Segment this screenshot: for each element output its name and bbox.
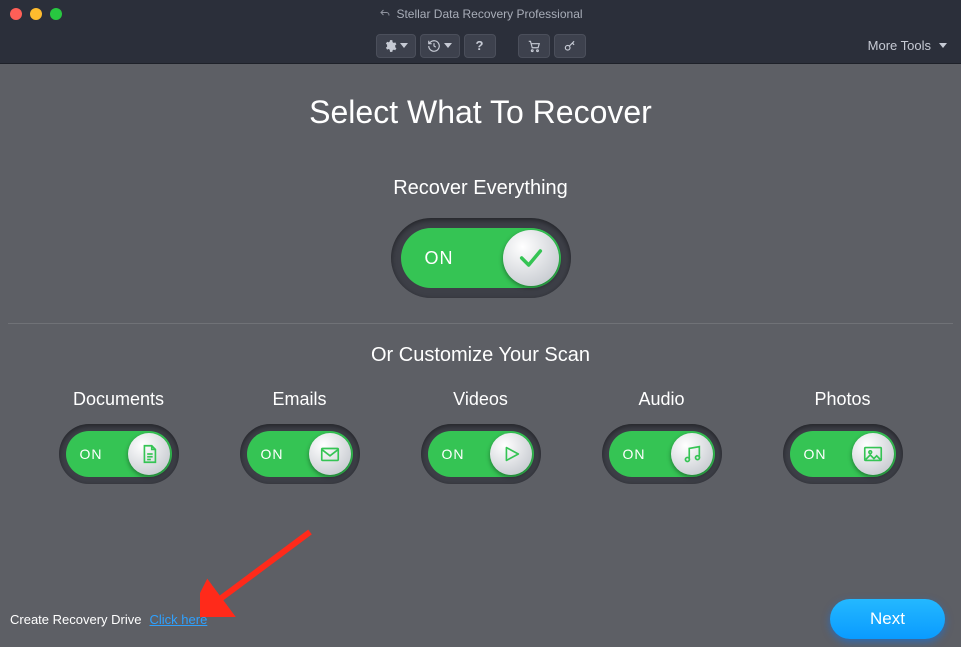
toggle-knob — [503, 230, 559, 286]
category-emails: Emails ON — [240, 389, 360, 484]
emails-toggle[interactable]: ON — [240, 424, 360, 484]
category-photos: Photos ON — [783, 389, 903, 484]
activate-button[interactable] — [554, 34, 586, 58]
window-title-text: Stellar Data Recovery Professional — [396, 7, 582, 21]
window-title: Stellar Data Recovery Professional — [378, 7, 582, 21]
category-documents: Documents ON — [59, 389, 179, 484]
toggle-on-text: ON — [261, 446, 284, 462]
toggle-knob — [852, 433, 894, 475]
category-label: Documents — [73, 389, 164, 410]
recover-everything-label: Recover Everything — [0, 177, 961, 200]
chevron-down-icon — [400, 43, 408, 48]
gear-icon — [383, 39, 397, 53]
history-icon — [427, 39, 441, 53]
customize-scan-label: Or Customize Your Scan — [0, 344, 961, 367]
close-window-button[interactable] — [10, 8, 22, 20]
create-recovery-drive-label: Create Recovery Drive — [10, 612, 142, 627]
photos-toggle[interactable]: ON — [783, 424, 903, 484]
main-content: Select What To Recover Recover Everythin… — [0, 64, 961, 484]
category-label: Videos — [453, 389, 508, 410]
footer: Create Recovery Drive Click here Next — [0, 597, 961, 647]
category-videos: Videos ON — [421, 389, 541, 484]
key-icon — [562, 39, 578, 53]
settings-button[interactable] — [376, 34, 416, 58]
audio-toggle[interactable]: ON — [602, 424, 722, 484]
toggle-knob — [309, 433, 351, 475]
music-icon — [681, 443, 703, 465]
toggle-on-text: ON — [623, 446, 646, 462]
toggle-knob — [128, 433, 170, 475]
toggle-on-text: ON — [425, 248, 454, 269]
document-icon — [138, 443, 160, 465]
create-recovery-drive-link[interactable]: Click here — [150, 612, 208, 627]
toggle-knob — [671, 433, 713, 475]
category-audio: Audio ON — [602, 389, 722, 484]
more-tools-label: More Tools — [868, 38, 931, 53]
category-list: Documents ON Emails ON — [0, 389, 961, 484]
category-label: Emails — [272, 389, 326, 410]
toggle-on-text: ON — [442, 446, 465, 462]
next-button[interactable]: Next — [830, 599, 945, 639]
recover-everything-toggle[interactable]: ON — [391, 218, 571, 298]
category-label: Photos — [814, 389, 870, 410]
window-controls — [10, 8, 62, 20]
cart-icon — [526, 39, 542, 53]
back-arrow-icon — [378, 8, 390, 20]
titlebar: Stellar Data Recovery Professional — [0, 0, 961, 28]
zoom-window-button[interactable] — [50, 8, 62, 20]
toggle-on-text: ON — [80, 446, 103, 462]
chevron-down-icon — [444, 43, 452, 48]
chevron-down-icon — [939, 43, 947, 48]
image-icon — [862, 443, 884, 465]
check-icon — [517, 244, 545, 272]
divider — [8, 323, 953, 324]
history-button[interactable] — [420, 34, 460, 58]
minimize-window-button[interactable] — [30, 8, 42, 20]
toolbar: ? More Tools — [0, 28, 961, 64]
cart-button[interactable] — [518, 34, 550, 58]
category-label: Audio — [638, 389, 684, 410]
help-button[interactable]: ? — [464, 34, 496, 58]
play-icon — [500, 443, 522, 465]
documents-toggle[interactable]: ON — [59, 424, 179, 484]
question-icon: ? — [476, 38, 484, 53]
more-tools-menu[interactable]: More Tools — [868, 38, 947, 53]
toggle-on-text: ON — [804, 446, 827, 462]
page-title: Select What To Recover — [0, 94, 961, 131]
envelope-icon — [319, 443, 341, 465]
toggle-knob — [490, 433, 532, 475]
videos-toggle[interactable]: ON — [421, 424, 541, 484]
